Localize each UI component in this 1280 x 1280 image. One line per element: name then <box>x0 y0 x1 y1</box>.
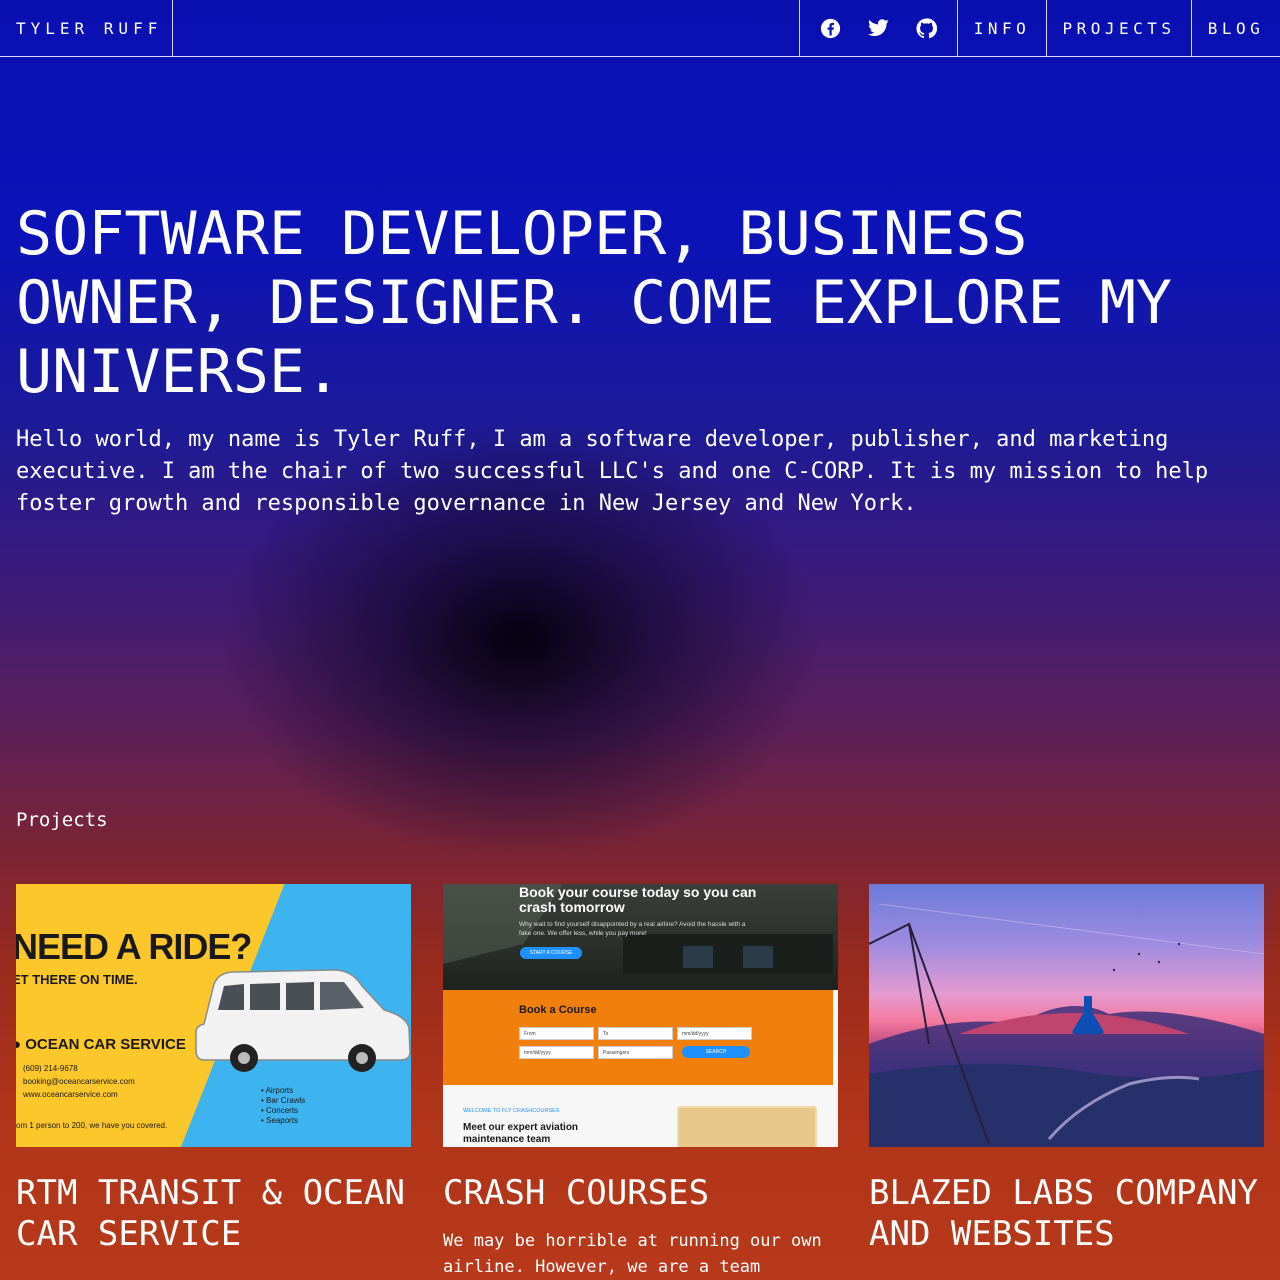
nav-link-info[interactable]: INFO <box>957 0 1046 56</box>
top-navigation: TYLER RUFF INFO PROJECTS BLOG <box>0 0 1280 57</box>
thumb-bullet: • Seaports <box>261 1116 299 1125</box>
thumb-bullet: • Concerts <box>261 1106 299 1115</box>
thumb-bullet: • Bar Crawls <box>261 1096 306 1105</box>
thumb-company-name: OCEAN CAR SERVICE <box>25 1036 186 1053</box>
thumb-phone: (609) 214-9678 <box>23 1064 78 1073</box>
thumb-bullet-text: Bar Crawls <box>266 1096 306 1105</box>
thumb-email: booking@oceancarservice.com <box>23 1077 135 1086</box>
project-title[interactable]: CRASH COURSES <box>443 1173 838 1214</box>
thumb-bullet-text: Seaports <box>266 1116 299 1125</box>
project-thumbnail-blazed-labs[interactable] <box>869 884 1264 1147</box>
facebook-icon[interactable] <box>819 17 841 39</box>
project-thumbnail-crash-courses[interactable]: Book your course today so you can crash … <box>443 884 838 1147</box>
landscape-image <box>869 903 1264 1147</box>
project-card-blazed-labs: BLAZED LABS COMPANY AND WEBSITES <box>869 884 1264 1255</box>
thumb-cta-button: START A COURSE <box>520 947 582 959</box>
project-title[interactable]: RTM TRANSIT & OCEAN CAR SERVICE <box>16 1173 411 1255</box>
project-title[interactable]: BLAZED LABS COMPANY AND WEBSITES <box>869 1173 1264 1255</box>
thumb-tagline: om 1 person to 200, we have you covered. <box>16 1121 168 1130</box>
thumb-bullet-text: Airports <box>265 1086 294 1095</box>
hero-text: Hello world, my name is Tyler Ruff, I am… <box>16 427 1209 516</box>
van-image <box>195 969 411 1072</box>
project-thumbnail-ocean-car[interactable]: NEED A RIDE? ET THERE ON TIME. ● OCEAN C… <box>16 884 411 1147</box>
github-icon[interactable] <box>916 17 938 39</box>
nav-link-blog[interactable]: BLOG <box>1191 0 1280 56</box>
thumb-subtext: Why wait to find yourself disappointed b… <box>519 921 746 937</box>
project-card-rtm-transit: NEED A RIDE? ET THERE ON TIME. ● OCEAN C… <box>16 884 411 1255</box>
twitter-icon[interactable] <box>867 17 889 39</box>
social-links <box>799 0 957 56</box>
thumb-bullet: • Airports <box>261 1086 294 1095</box>
thumb-field-date: mm/dd/yyyy <box>677 1027 752 1040</box>
thumb-website: www.oceancarservice.com <box>23 1090 118 1099</box>
projects-section-label: Projects <box>16 809 108 831</box>
thumb-welcome: WELCOME TO FLY CRASHCOURSES <box>463 1108 560 1114</box>
hero-title: SOFTWARE DEVELOPER, BUSINESS OWNER, DESI… <box>16 199 1172 407</box>
project-card-crash-courses: Book your course today so you can crash … <box>443 884 838 1280</box>
thumb-headline: NEED A RIDE? <box>16 926 252 967</box>
thumb-field-to: To <box>598 1027 673 1040</box>
thumb-bullet-text: Concerts <box>266 1106 299 1115</box>
site-brand[interactable]: TYLER RUFF <box>0 0 173 56</box>
thumb-team-photo <box>677 1106 817 1147</box>
thumb-search-button: SEARCH <box>682 1046 750 1058</box>
thumb-field-passengers: Passengers <box>598 1046 673 1059</box>
thumb-headline: Book your course today so you can crash … <box>519 884 757 915</box>
thumb-company: ● OCEAN CAR SERVICE <box>16 1036 186 1053</box>
project-description: We may be horrible at running our own ai… <box>443 1231 822 1277</box>
thumb-form-title: Book a Course <box>519 1004 597 1016</box>
nav-link-projects[interactable]: PROJECTS <box>1046 0 1191 56</box>
thumb-subline: ET THERE ON TIME. <box>16 972 138 987</box>
thumb-field-date-return: mm/dd/yyyy <box>519 1046 594 1059</box>
thumb-meet: Meet our expert aviation maintenance tea… <box>463 1122 579 1145</box>
thumb-field-from: From <box>519 1027 594 1040</box>
